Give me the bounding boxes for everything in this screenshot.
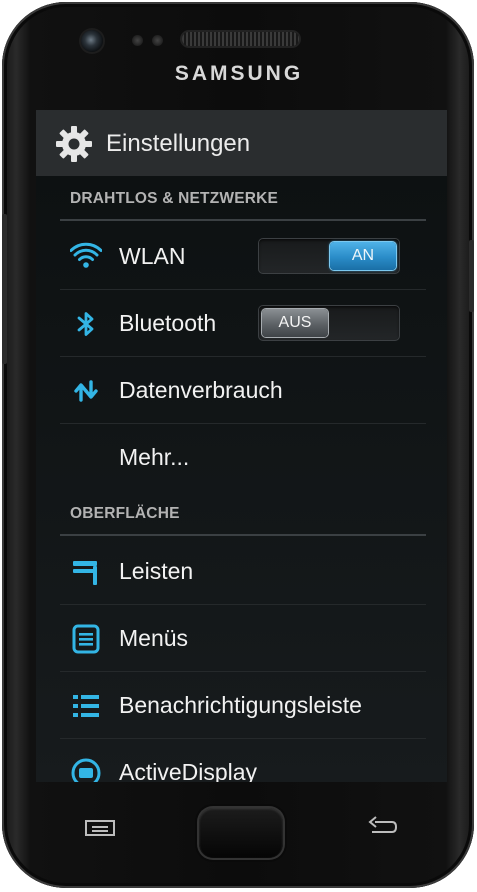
- front-camera: [81, 30, 103, 52]
- data-usage-icon: [74, 380, 98, 402]
- toggle-state-label: AN: [330, 242, 396, 270]
- wlan-toggle[interactable]: AN: [258, 238, 400, 274]
- volume-button[interactable]: [2, 214, 7, 364]
- screen: Einstellungen DRAHTLOS & NETZWERKE WLAN …: [36, 110, 447, 782]
- setting-label: Bluetooth: [119, 310, 217, 336]
- earpiece-speaker: [182, 32, 299, 46]
- bars-icon: [73, 561, 97, 585]
- section-header-wireless: DRAHTLOS & NETZWERKE: [70, 190, 279, 207]
- section-divider: [60, 219, 426, 221]
- setting-item-more[interactable]: Mehr...: [60, 425, 426, 491]
- row-divider: [60, 738, 426, 739]
- setting-item-active-display[interactable]: ActiveDisplay: [60, 740, 426, 782]
- light-sensor: [152, 35, 163, 46]
- wifi-icon: [70, 242, 102, 268]
- active-display-icon: [71, 758, 101, 782]
- page-title: Einstellungen: [106, 130, 251, 157]
- setting-label: WLAN: [119, 243, 186, 269]
- section-header-interface: OBERFLÄCHE: [70, 505, 180, 522]
- row-divider: [60, 423, 426, 424]
- setting-label: Datenverbrauch: [119, 377, 283, 403]
- row-divider: [60, 356, 426, 357]
- setting-item-bars[interactable]: Leisten: [60, 539, 426, 605]
- setting-label: Benachrichtigungsleiste: [119, 692, 362, 718]
- setting-item-data-usage[interactable]: Datenverbrauch: [60, 358, 426, 424]
- notification-list-icon: [73, 695, 99, 717]
- setting-label: Menüs: [119, 625, 189, 651]
- setting-label: Mehr...: [119, 444, 190, 470]
- bluetooth-icon: [77, 312, 94, 336]
- menu-key-icon[interactable]: [84, 818, 116, 838]
- toggle-state-label: AUS: [262, 309, 328, 337]
- menu-document-icon: [72, 624, 100, 654]
- setting-item-menus[interactable]: Menüs: [60, 606, 426, 672]
- row-divider: [60, 604, 426, 605]
- phone-frame: SAMSUNG Einstellungen DRAHTLOS & NETZWER…: [2, 2, 474, 888]
- back-key-icon[interactable]: [366, 816, 398, 838]
- power-button[interactable]: [469, 240, 474, 312]
- bluetooth-toggle[interactable]: AUS: [258, 305, 400, 341]
- settings-list: DRAHTLOS & NETZWERKE WLAN AN Bluetooth A…: [36, 176, 447, 782]
- setting-label: Leisten: [119, 558, 194, 584]
- proximity-sensor: [132, 35, 143, 46]
- action-bar: Einstellungen: [36, 110, 447, 176]
- brand-logo: SAMSUNG: [174, 62, 304, 85]
- gear-icon[interactable]: [54, 124, 94, 164]
- row-divider: [60, 671, 426, 672]
- setting-item-notification-bar[interactable]: Benachrichtigungsleiste: [60, 673, 426, 739]
- setting-item-bluetooth[interactable]: Bluetooth AUS: [60, 291, 426, 357]
- row-divider: [60, 289, 426, 290]
- home-button[interactable]: [199, 808, 283, 858]
- setting-item-wlan[interactable]: WLAN AN: [60, 224, 426, 290]
- section-divider: [60, 534, 426, 536]
- setting-label: ActiveDisplay: [119, 759, 258, 782]
